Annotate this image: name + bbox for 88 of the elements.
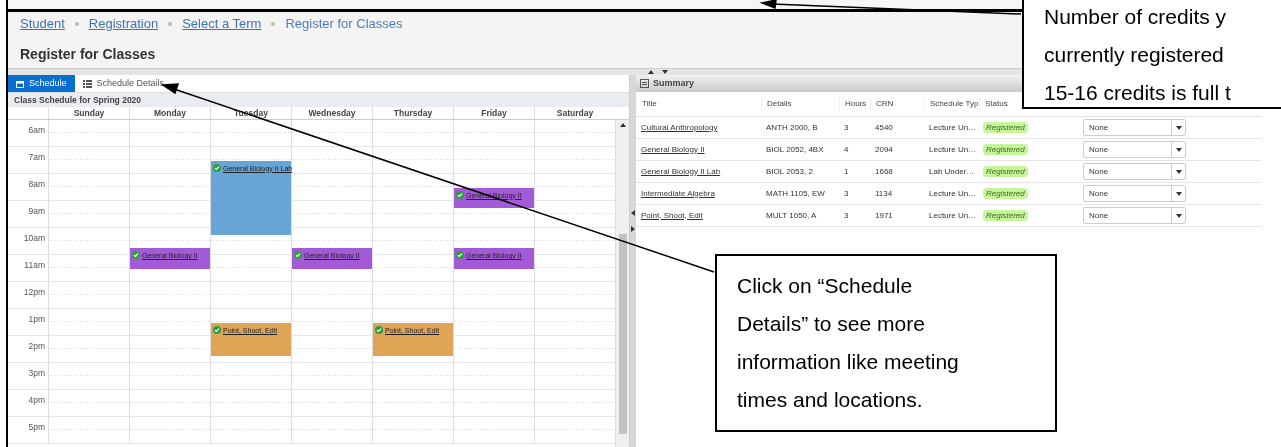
table-cell-text: 1: [843, 165, 850, 178]
status-badge: Registered: [983, 187, 1028, 199]
table-cell-text: MATH 1105, EW: [765, 187, 826, 200]
hour-label: 6am: [27, 124, 46, 137]
hour-label: 8am: [27, 178, 46, 191]
day-header: Friday: [453, 107, 534, 119]
caret-icon: [619, 122, 626, 128]
check-icon: [456, 251, 464, 260]
day-header: Monday: [129, 107, 210, 119]
table-cell-text: Lecture Un…: [928, 187, 978, 200]
breadcrumb-link[interactable]: Student: [20, 14, 65, 34]
table-cell-text: 3: [843, 209, 850, 222]
page-title: Register for Classes: [20, 46, 156, 62]
course-link[interactable]: Point, Shoot, Edit: [636, 209, 761, 222]
column-header[interactable]: Title: [642, 99, 657, 108]
check-icon: [456, 190, 464, 199]
table-cell-text: Lecture Un…: [928, 143, 978, 156]
breadcrumb-link[interactable]: Registration: [88, 14, 159, 34]
calendar-icon: [16, 79, 24, 88]
column-header[interactable]: Details: [767, 99, 792, 108]
column-header[interactable]: Schedule Typ: [930, 99, 979, 108]
check-icon: [213, 163, 221, 172]
check-icon: [375, 325, 383, 334]
hour-label: 2pm: [27, 340, 46, 353]
status-badge: Registered: [983, 165, 1028, 177]
breadcrumb-link[interactable]: Select a Term: [182, 14, 262, 34]
table-cell-text: 3: [843, 121, 850, 134]
table-cell-text: 4: [843, 143, 850, 156]
callout-box: Click on “Schedule Details” to see more information like meeting times and locations.: [715, 254, 1057, 432]
caret-icon: [630, 226, 636, 232]
caret-icon: [1175, 124, 1182, 131]
list-icon: [82, 79, 92, 88]
hour-label: 11am: [23, 259, 46, 272]
day-header: Saturday: [534, 107, 615, 119]
status-badge: Registered: [983, 143, 1028, 155]
action-dropdown[interactable]: None: [1083, 141, 1186, 158]
check-icon: [294, 251, 302, 260]
day-header: Sunday: [48, 107, 129, 119]
table-cell-text: Lecture Un…: [928, 121, 978, 134]
table-cell-text: 1134: [874, 187, 894, 200]
table-cell-text: 4540: [874, 121, 894, 134]
table-cell-text: 1971: [874, 209, 894, 222]
day-header: Wednesday: [291, 107, 372, 119]
check-icon: [213, 325, 221, 334]
table-cell-text: 3: [843, 187, 850, 200]
action-dropdown[interactable]: None: [1083, 207, 1186, 224]
column-header[interactable]: Hours: [845, 99, 867, 108]
table-cell-text: Lecture Un…: [928, 209, 978, 222]
caret-icon: [1175, 212, 1182, 219]
panel-icon: [640, 79, 649, 88]
action-dropdown[interactable]: None: [1083, 163, 1186, 180]
callout-box: Number of credits y currently registered 15-16 credits is full t: [1022, 0, 1281, 109]
hour-label: 5pm: [27, 421, 46, 434]
hour-label: 10am: [22, 232, 46, 245]
action-dropdown[interactable]: None: [1083, 185, 1186, 202]
table-cell-text: ANTH 2000, B: [765, 121, 819, 134]
course-link[interactable]: General Biology II: [636, 143, 761, 156]
scrollbar[interactable]: [615, 120, 629, 447]
status-badge: Registered: [983, 121, 1028, 133]
check-icon: [132, 251, 140, 260]
caret-icon: [1175, 190, 1182, 197]
panel-title: Summary: [653, 76, 695, 90]
table-cell-text: MULT 1050, A: [765, 209, 818, 222]
table-cell-text: Lab Under…: [928, 165, 976, 178]
caret-icon: [1175, 168, 1182, 175]
table-cell-text: BIOL 2053, 2: [765, 165, 814, 178]
breadcrumb-current[interactable]: Register for Classes: [285, 14, 403, 34]
action-dropdown[interactable]: None: [1083, 119, 1186, 136]
hour-label: 7am: [27, 151, 46, 164]
caret-icon: [1175, 146, 1182, 153]
hour-label: 12pm: [22, 286, 46, 299]
hour-label: 1pm: [27, 313, 46, 326]
table-cell-text: 2094: [874, 143, 894, 156]
hour-label: 9am: [27, 205, 46, 218]
hour-label: 4pm: [27, 394, 46, 407]
column-header[interactable]: Status: [985, 99, 1008, 108]
day-header: Thursday: [372, 107, 453, 119]
table-cell-text: 1668: [874, 165, 894, 178]
column-header[interactable]: CRN: [876, 99, 894, 108]
status-badge: Registered: [983, 209, 1028, 221]
caret-icon: [630, 210, 636, 216]
tab[interactable]: Schedule: [8, 75, 75, 92]
table-cell-text: BIOL 2052, 4BX: [765, 143, 825, 156]
course-link[interactable]: General Biology II Lab: [636, 165, 761, 178]
hour-label: 3pm: [27, 367, 46, 380]
schedule-heading: Class Schedule for Spring 2020: [8, 93, 629, 107]
course-link[interactable]: Intermediate Algebra: [636, 187, 761, 200]
course-link[interactable]: Cultural Anthropology: [636, 121, 761, 134]
